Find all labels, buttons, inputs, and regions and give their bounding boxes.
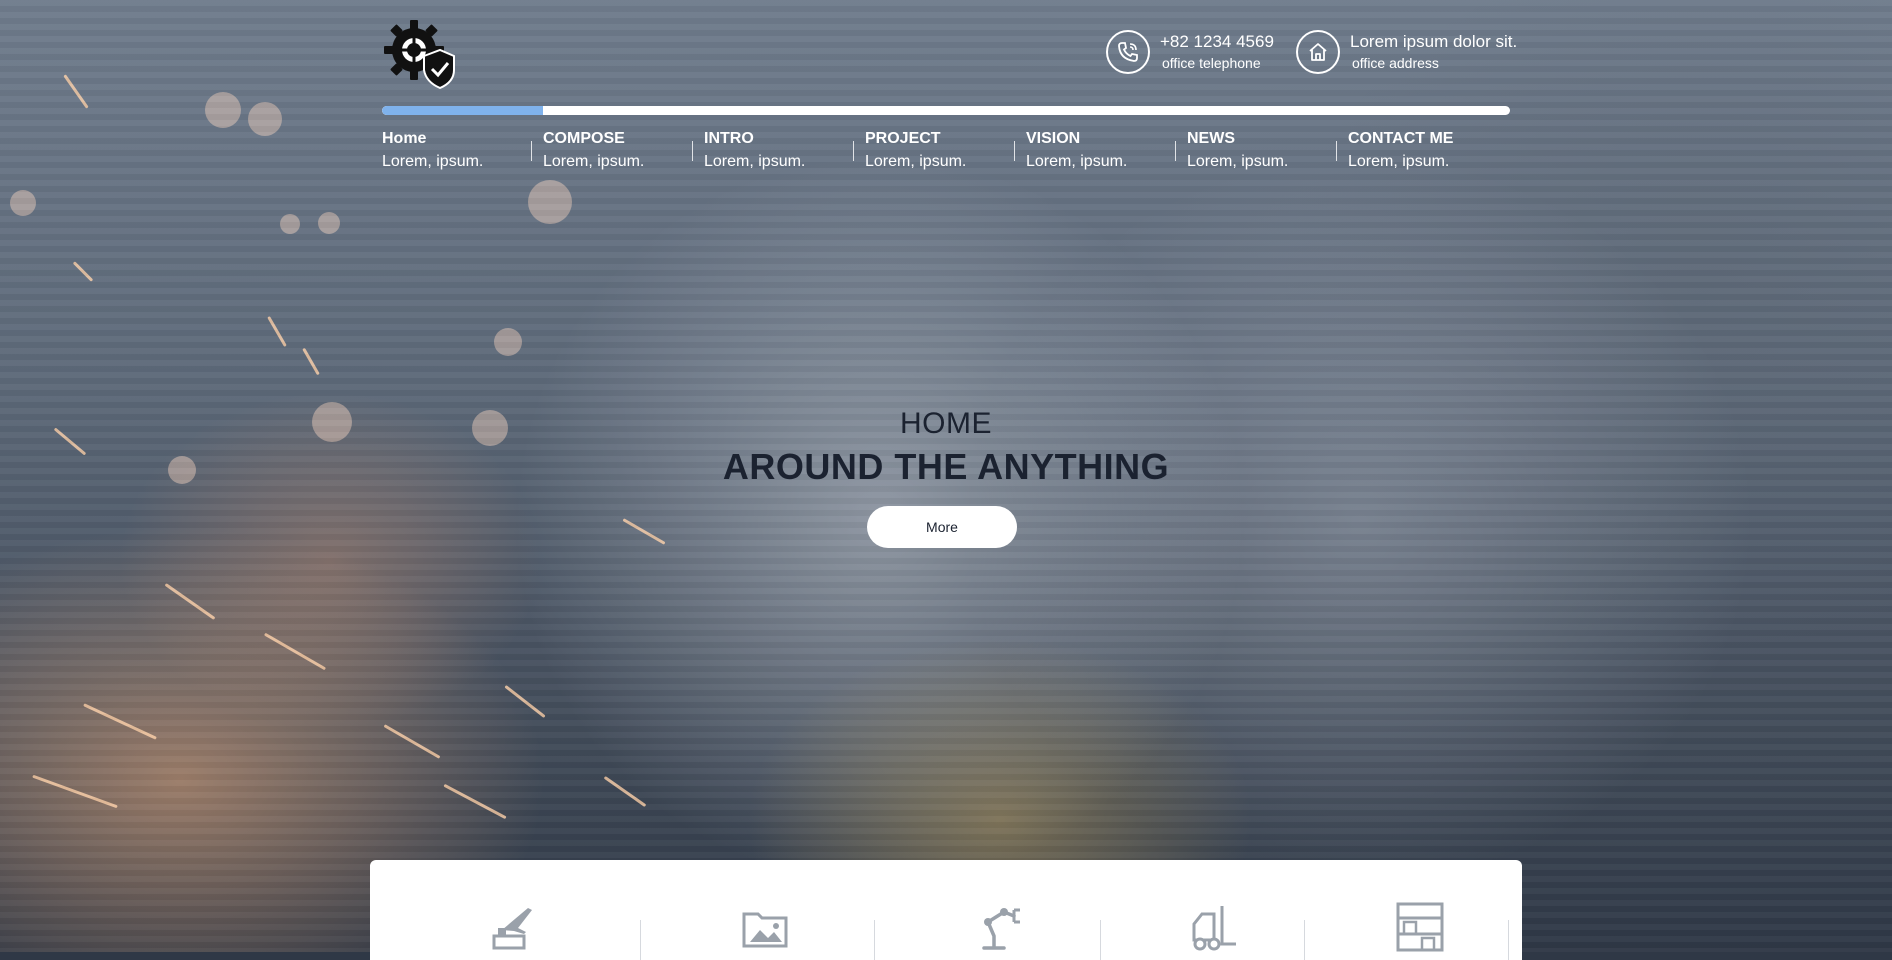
spark	[302, 347, 320, 376]
nav-item-title: VISION	[1026, 130, 1081, 147]
bokeh-light	[205, 92, 241, 128]
bokeh-light	[248, 102, 282, 136]
nav-divider	[531, 141, 532, 161]
warehouse-rack-icon[interactable]	[1394, 900, 1446, 952]
nav-item-subtitle: Lorem, ipsum.	[543, 153, 645, 170]
nav-item-subtitle: Lorem, ipsum.	[1026, 153, 1128, 170]
nav-item-subtitle: Lorem, ipsum.	[1187, 153, 1289, 170]
spark	[83, 703, 157, 740]
bokeh-light	[280, 214, 300, 234]
nav-item-home[interactable]: Home Lorem, ipsum.	[382, 128, 543, 178]
more-button[interactable]: More	[867, 506, 1017, 548]
nav-item-subtitle: Lorem, ipsum.	[865, 153, 967, 170]
bokeh-light	[494, 328, 522, 356]
nav-item-vision[interactable]: VISION Lorem, ipsum.	[1014, 128, 1187, 178]
airplane-icon[interactable]	[488, 900, 540, 952]
nav-item-compose[interactable]: COMPOSE Lorem, ipsum.	[531, 128, 704, 178]
logo[interactable]	[382, 16, 458, 92]
forklift-icon[interactable]	[1188, 900, 1240, 952]
nav-item-title: PROJECT	[865, 130, 941, 147]
spark	[622, 518, 666, 545]
nav-item-subtitle: Lorem, ipsum.	[382, 153, 484, 170]
nav-divider	[1014, 141, 1015, 161]
hero-kicker: HOME	[900, 407, 992, 440]
phone-contact[interactable]: +82 1234 4569 office telephone	[1106, 30, 1274, 74]
spark	[63, 74, 89, 109]
spark	[603, 775, 647, 808]
bokeh-light	[10, 190, 36, 216]
address-text: Lorem ipsum dolor sit.	[1350, 32, 1518, 51]
nav-item-project[interactable]: PROJECT Lorem, ipsum.	[853, 128, 1026, 178]
nav-item-title: COMPOSE	[543, 130, 625, 147]
gear-shield-logo-icon	[384, 20, 455, 90]
spark	[383, 724, 441, 759]
home-icon	[1296, 30, 1340, 74]
robot-arm-icon[interactable]	[974, 900, 1026, 952]
nav-item-contact-me[interactable]: CONTACT ME Lorem, ipsum.	[1336, 128, 1509, 178]
hero-headline: HOME AROUND THE ANYTHING	[0, 404, 1892, 490]
nav-item-subtitle: Lorem, ipsum.	[1348, 153, 1450, 170]
nav-item-title: INTRO	[704, 130, 754, 147]
hero-title: AROUND THE ANYTHING	[722, 446, 1170, 487]
nav-item-news[interactable]: NEWS Lorem, ipsum.	[1175, 128, 1348, 178]
page-progress-bar	[382, 106, 1510, 115]
feature-divider	[1304, 920, 1305, 960]
image-folder-icon[interactable]	[740, 900, 792, 952]
nav-item-title: CONTACT ME	[1348, 130, 1454, 147]
nav-item-intro[interactable]: INTRO Lorem, ipsum.	[692, 128, 865, 178]
address-label: office address	[1352, 55, 1439, 71]
nav-item-title: Home	[382, 130, 427, 147]
spark	[32, 774, 118, 809]
nav-divider	[1336, 141, 1337, 161]
spark	[443, 783, 507, 820]
nav-divider	[692, 141, 693, 161]
feature-divider	[874, 920, 875, 960]
bokeh-light	[528, 180, 572, 224]
phone-label: office telephone	[1162, 55, 1261, 71]
feature-divider	[1100, 920, 1101, 960]
spark	[504, 684, 546, 719]
nav-item-subtitle: Lorem, ipsum.	[704, 153, 806, 170]
spark	[72, 261, 94, 282]
feature-divider	[640, 920, 641, 960]
spark	[263, 632, 327, 671]
feature-divider	[1508, 920, 1509, 960]
address-contact[interactable]: Lorem ipsum dolor sit. office address	[1296, 30, 1517, 74]
progress-fill	[382, 106, 544, 115]
spark	[164, 583, 216, 620]
nav-item-title: NEWS	[1187, 130, 1235, 147]
phone-number: +82 1234 4569	[1160, 32, 1274, 51]
main-nav: Home Lorem, ipsum. COMPOSE Lorem, ipsum.…	[382, 128, 1510, 178]
phone-icon	[1106, 30, 1150, 74]
nav-divider	[1175, 141, 1176, 161]
features-panel	[370, 860, 1522, 960]
spark	[267, 316, 287, 347]
nav-divider	[853, 141, 854, 161]
bokeh-light	[318, 212, 340, 234]
